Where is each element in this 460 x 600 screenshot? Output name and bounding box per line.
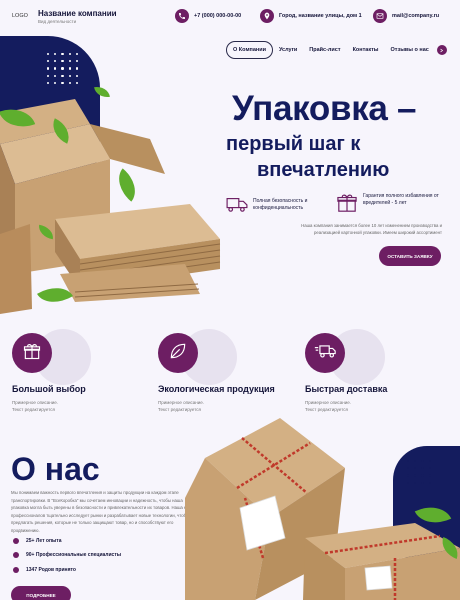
hero-boxes-image	[0, 84, 225, 314]
leaf-icon	[168, 341, 188, 366]
feature-desc: Текст редактируется	[305, 407, 348, 412]
hero-feature-text: Гарантия полного избавления от вредителе…	[363, 193, 439, 206]
feature-icon-circle	[158, 333, 198, 373]
stat-item: 1347 Родов принято	[13, 567, 76, 573]
gift-icon	[336, 193, 358, 218]
stat-text: 90+ Профессиональные специалисты	[26, 552, 122, 558]
about-text: Мы понимаем важность первого впечатления…	[11, 490, 201, 533]
hero-feature-guarantee: Гарантия полного избавления от вредителе…	[336, 193, 447, 218]
feature-icon-circle	[12, 333, 52, 373]
bullet-dot	[13, 567, 19, 573]
company-name: Название компании	[38, 9, 117, 18]
hero-title: Упаковка –	[232, 89, 417, 128]
feature-desc: Текст редактируется	[158, 407, 201, 412]
stat-item: 90+ Профессиональные специалисты	[13, 552, 121, 558]
header-address: Город, название улицы, дом 1	[260, 9, 362, 23]
header-phone[interactable]: +7 (000) 000-00-00	[175, 9, 241, 23]
logo[interactable]: LOGO	[12, 13, 28, 19]
bullet-dot	[13, 552, 19, 558]
hero-feature-text: Полная безопасность и конфиденциальность	[253, 198, 308, 211]
phone-icon	[175, 9, 189, 23]
nav-item-services[interactable]: Услуги	[273, 42, 303, 58]
hero-title-line3: впечатлению	[257, 159, 390, 181]
nav-item-contacts[interactable]: Контакты	[347, 42, 385, 58]
email-address[interactable]: mail@company.ru	[392, 13, 439, 19]
fast-delivery-icon	[314, 341, 336, 366]
about-title: О нас	[11, 451, 100, 487]
nav-item-about[interactable]: О Компании	[226, 41, 273, 59]
more-menu-icon[interactable]	[436, 45, 447, 55]
bullet-dot	[13, 538, 19, 544]
more-button[interactable]: Подробнее	[11, 586, 71, 600]
location-icon	[260, 9, 274, 23]
truck-icon	[226, 195, 248, 218]
feature-title: Экологическая продукция	[158, 384, 275, 394]
company-activity: Вид деятельности	[38, 19, 77, 24]
request-button[interactable]: Оставить заявку	[379, 246, 441, 266]
feature-icon-circle	[305, 333, 345, 373]
main-nav: О Компании Услуги Прайс-лист Контакты От…	[226, 41, 447, 59]
stat-item: 25+ Лет опыта	[13, 538, 62, 544]
feature-desc: Текст редактируется	[12, 407, 55, 412]
nav-item-reviews[interactable]: Отзывы о нас	[385, 42, 435, 58]
hero-description: Наша компания занимается более 10 лет из…	[301, 223, 442, 235]
hero-feature-security: Полная безопасность и конфиденциальность	[226, 195, 317, 218]
nav-item-prices[interactable]: Прайс-лист	[303, 42, 346, 58]
feature-title: Большой выбор	[12, 384, 86, 394]
stat-text: 1347 Родов принято	[26, 567, 76, 573]
feature-title: Быстрая доставка	[305, 384, 388, 394]
gift-box-icon	[22, 341, 42, 366]
header-email[interactable]: mail@company.ru	[373, 9, 439, 23]
address-text: Город, название улицы, дом 1	[279, 13, 362, 19]
hero-dots-decor	[47, 53, 78, 84]
mail-icon	[373, 9, 387, 23]
hero-title-line2: первый шаг к	[226, 133, 361, 155]
phone-number[interactable]: +7 (000) 000-00-00	[194, 13, 241, 19]
stat-text: 25+ Лет опыта	[26, 538, 62, 544]
